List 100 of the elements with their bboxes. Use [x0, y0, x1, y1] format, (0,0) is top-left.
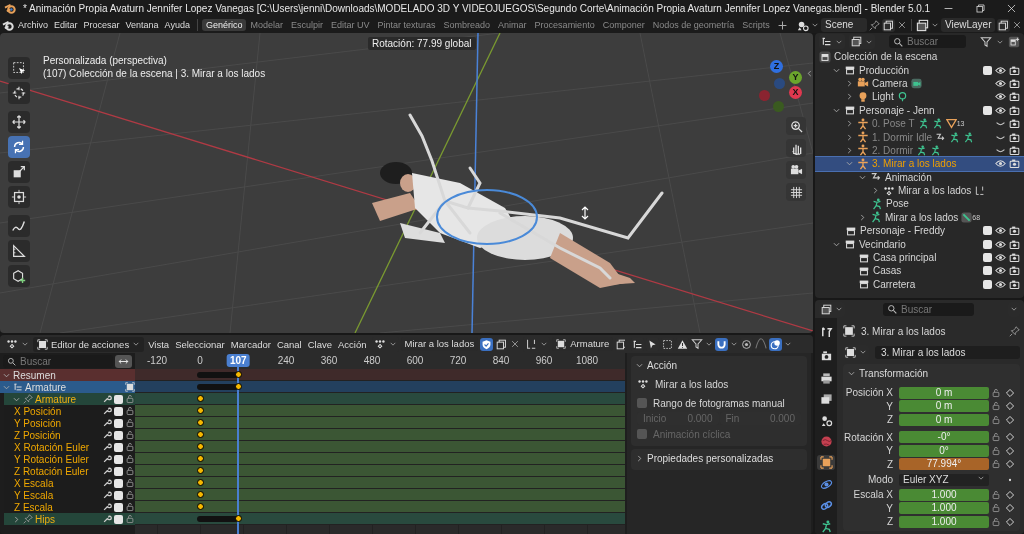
number-field[interactable]: 0 m [899, 413, 989, 426]
current-frame[interactable]: 107 [226, 354, 250, 367]
workspace-tab[interactable]: Nodos de geometría [648, 19, 739, 31]
field-label: Z [885, 414, 894, 426]
outliner-row[interactable]: Light [815, 90, 1024, 104]
item-name: Colección de la escena [834, 51, 938, 63]
workspace-tab[interactable]: Pintar texturas [373, 19, 440, 31]
outliner-row[interactable]: 1. Dormir Idle [815, 130, 1024, 144]
number-field[interactable]: 0 m [899, 400, 989, 413]
item-name: Producción [859, 64, 910, 76]
outliner-row[interactable]: 3. Mirar a los lados [815, 157, 1024, 171]
workspace-tab[interactable]: Genérico [201, 19, 247, 31]
search-field[interactable]: Buscar [889, 35, 966, 48]
number-field[interactable]: 0 m [899, 386, 989, 399]
panel-title[interactable]: Propiedades personalizadas [647, 453, 774, 464]
channel-label: Y Escala [14, 489, 55, 501]
outliner-row[interactable]: Animación [815, 170, 1024, 184]
channel-label: Z Posición [14, 429, 62, 441]
menu-item[interactable]: Archivo [15, 20, 51, 30]
item-name: Personaje - Freddy [860, 225, 946, 237]
outliner-row[interactable]: 2. Dormir [815, 143, 1024, 158]
field-label: Y [885, 502, 894, 514]
menu-item[interactable]: Seleccionar [173, 338, 227, 350]
number-field[interactable]: 1.000 [899, 515, 989, 528]
workspace-tab[interactable]: Esculpir [287, 19, 327, 31]
channel-label: X Rotación Euler [14, 441, 91, 453]
panel-title[interactable]: Acción [647, 360, 677, 371]
frame-number: 480 [363, 355, 381, 366]
item-name: Camera [872, 77, 908, 89]
workspace-tab[interactable]: Scripts [738, 19, 774, 31]
menu-item[interactable]: Clave [305, 338, 334, 350]
workspace-tab[interactable]: Modelar [246, 19, 287, 31]
menu-item[interactable]: Ventana [122, 20, 162, 30]
channel-label: Resumen [13, 369, 57, 381]
channel-row[interactable]: Resumen [0, 369, 135, 381]
item-name: Light [872, 91, 894, 103]
channel-row[interactable]: Armature [4, 393, 135, 405]
mode-dropdown[interactable]: Euler XYZ [899, 473, 989, 486]
placeholder-text: Buscar [907, 36, 939, 47]
slot-name: Armature [570, 337, 610, 351]
workspace-tab[interactable]: Editar UV [327, 19, 374, 31]
menu-item[interactable]: Procesar [80, 20, 123, 30]
channel-label: Z Escala [14, 501, 54, 513]
outliner-row[interactable]: Vecindario [815, 237, 1024, 251]
channel-label: Z Rotación Euler [14, 465, 90, 477]
workspace-tab[interactable]: Animar [494, 19, 531, 31]
checkbox-label: Rango de fotogramas manual [653, 397, 785, 409]
placeholder-text: Buscar [901, 303, 933, 315]
outliner-row[interactable]: Mirar a los lados [815, 183, 1024, 198]
number-field[interactable]: 0° [899, 444, 989, 457]
outliner-row[interactable]: Producción [815, 63, 1024, 77]
scene-field[interactable]: Scene [821, 18, 867, 32]
object-name: 3. Mirar a los lados [861, 325, 947, 337]
number-field[interactable]: 1.000 [899, 502, 989, 515]
mode-dropdown[interactable]: Editor de acciones [33, 336, 145, 352]
channel-label: Armature [25, 381, 68, 393]
channel-label: Hips [35, 513, 56, 525]
item-name: Vecindario [859, 238, 906, 250]
field-label: Y [885, 400, 894, 412]
number-field[interactable]: -0° [899, 431, 989, 444]
item-name: Casas [873, 265, 902, 277]
item-name: 3. Mirar a los lados [872, 158, 957, 170]
menu-item[interactable]: Acción [336, 338, 369, 350]
workspace-tab[interactable]: Procesamiento [530, 19, 599, 31]
channel-row[interactable]: Hips [4, 513, 135, 525]
number-field[interactable]: 77.994° [899, 458, 989, 471]
menu-item[interactable]: Canal [274, 338, 304, 350]
menu-item[interactable]: Editar [51, 20, 81, 30]
channel-row[interactable]: Armature [0, 381, 135, 393]
item-name: Casa principal [873, 252, 937, 264]
outliner-row[interactable]: Colección de la escena [815, 50, 1024, 64]
frame-number: -120 [147, 355, 167, 366]
view-layer-field[interactable]: ViewLayer [941, 18, 995, 32]
outliner-row[interactable]: Pose [815, 197, 1024, 211]
name-field[interactable]: 3. Mirar a los lados [875, 345, 1020, 359]
outliner-row[interactable]: Carretera [815, 277, 1024, 292]
outliner-row[interactable]: Casa principal [815, 250, 1024, 265]
dropdown-value: Euler XYZ [903, 473, 949, 486]
menu-item[interactable]: Vista [146, 338, 172, 350]
axis-handle[interactable]: X [789, 86, 802, 99]
axis-handle[interactable]: Z [770, 60, 783, 73]
outliner-row[interactable]: Casas [815, 264, 1024, 278]
search-field[interactable]: Buscar [3, 354, 113, 368]
field-label: Z [885, 458, 894, 470]
item-name: Carretera [873, 278, 916, 290]
item-name: Mirar a los lados [885, 211, 959, 223]
outliner-row[interactable]: Personaje - Freddy [815, 224, 1024, 238]
search-field[interactable]: Buscar [883, 302, 974, 316]
number-field[interactable]: 1.000 [899, 488, 989, 501]
panel-title[interactable]: Transformación [859, 367, 929, 379]
workspace-tab[interactable]: Sombreado [439, 19, 495, 31]
field-label: Rotación X [843, 431, 894, 443]
frame-number: 240 [277, 355, 295, 366]
workspace-tab[interactable]: Componer [598, 19, 649, 31]
outliner-row[interactable]: Camera [815, 76, 1024, 91]
outliner-row[interactable]: Personaje - Jenn [815, 103, 1024, 117]
axis-handle[interactable]: Y [789, 71, 802, 84]
menu-item[interactable]: Marcador [228, 338, 273, 350]
field-label: Y [885, 445, 894, 457]
menu-item[interactable]: Ayuda [161, 20, 193, 30]
